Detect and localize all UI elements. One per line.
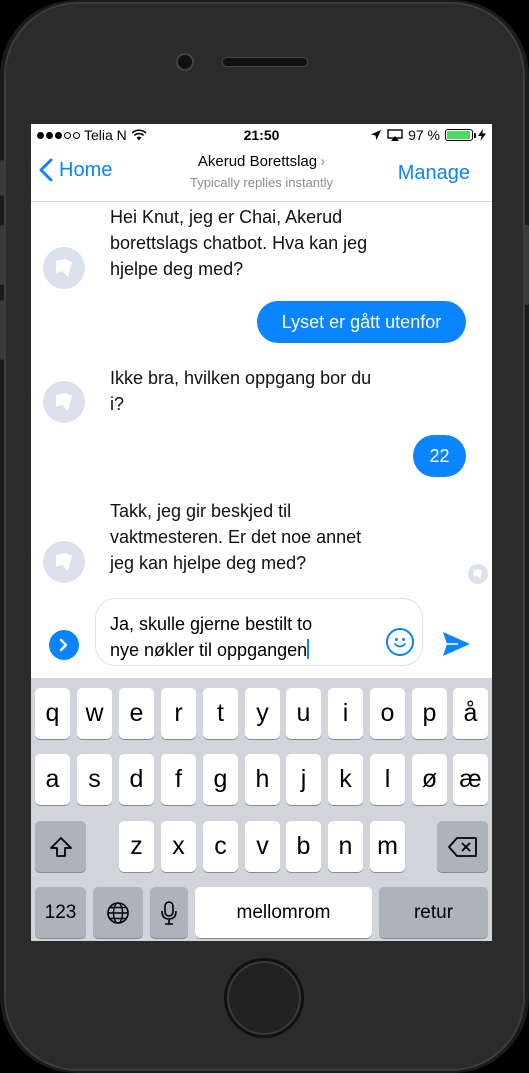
key-o[interactable]: o: [370, 688, 405, 739]
location-icon: [371, 130, 382, 140]
home-button[interactable]: [224, 958, 304, 1038]
bot-message: Takk, jeg gir beskjed til vaktmesteren. …: [110, 498, 410, 576]
message-line: jeg kan hjelpe deg med?: [110, 553, 307, 573]
key-oe[interactable]: ø: [412, 754, 447, 805]
key-k[interactable]: k: [328, 754, 363, 805]
chevron-right-icon: ›: [320, 153, 326, 170]
manage-button[interactable]: Manage: [398, 162, 470, 185]
microphone-key[interactable]: [150, 887, 188, 938]
key-u[interactable]: u: [286, 688, 321, 739]
input-line: nye nøkler til oppgangen: [110, 640, 308, 660]
keyboard: q w e r t y u i o p å a s d f g h j k l …: [31, 678, 492, 941]
key-ae[interactable]: æ: [453, 754, 488, 805]
message-line: Ikke bra, hvilken oppgang bor du: [110, 368, 372, 388]
globe-icon: [107, 901, 129, 924]
key-q[interactable]: q: [35, 688, 70, 739]
key-x[interactable]: x: [161, 821, 196, 872]
key-l[interactable]: l: [370, 754, 405, 805]
expand-button[interactable]: [49, 630, 79, 660]
power-button: [525, 225, 529, 305]
message-input[interactable]: Ja, skulle gjerne bestilt to nye nøkler …: [95, 598, 423, 666]
numbers-key[interactable]: 123: [35, 887, 86, 938]
message-line: borettslags chatbot. Hva kan jeg: [110, 233, 368, 253]
seen-indicator-icon: [468, 564, 488, 584]
key-p[interactable]: p: [412, 688, 447, 739]
screen: Telia N 21:50 97 % Home Akerud Borettsla…: [31, 124, 492, 941]
key-r[interactable]: r: [161, 688, 196, 739]
key-c[interactable]: c: [203, 821, 238, 872]
composer: Ja, skulle gjerne bestilt to nye nøkler …: [31, 598, 492, 678]
earpiece-speaker: [222, 57, 308, 67]
volume-down-button: [0, 300, 4, 360]
battery-percent: 97 %: [408, 127, 440, 143]
user-message: Lyset er gått utenfor: [257, 301, 466, 343]
message-line: hjelpe deg med?: [110, 259, 244, 279]
message-line: i?: [110, 394, 125, 414]
bot-message: Hei Knut, jeg er Chai, Akerud borettslag…: [110, 204, 410, 282]
globe-key[interactable]: [93, 887, 143, 938]
user-message: 22: [413, 435, 466, 477]
key-s[interactable]: s: [77, 754, 112, 805]
message-line: vaktmesteren. Er det noe annet: [110, 527, 362, 547]
key-aa[interactable]: å: [453, 688, 488, 739]
key-z[interactable]: z: [119, 821, 154, 872]
return-key[interactable]: retur: [379, 887, 488, 938]
front-camera: [176, 53, 194, 71]
bot-avatar-icon: [43, 541, 85, 583]
shift-icon: [49, 836, 72, 857]
key-g[interactable]: g: [203, 754, 238, 805]
shift-key[interactable]: [35, 821, 86, 872]
page-title: Akerud Borettslag: [197, 153, 318, 170]
key-m[interactable]: m: [370, 821, 405, 872]
backspace-key[interactable]: [437, 821, 488, 872]
silent-switch: [0, 160, 4, 196]
airplay-icon: [387, 129, 403, 141]
key-b[interactable]: b: [286, 821, 321, 872]
key-i[interactable]: i: [328, 688, 363, 739]
input-line-with-caret: nye nøkler til oppgangen: [110, 637, 408, 663]
key-w[interactable]: w: [77, 688, 112, 739]
input-line: Ja, skulle gjerne bestilt to: [110, 614, 313, 634]
key-t[interactable]: t: [203, 688, 238, 739]
key-e[interactable]: e: [119, 688, 154, 739]
charging-icon: [478, 129, 486, 141]
message-line: Hei Knut, jeg er Chai, Akerud: [110, 207, 343, 227]
key-n[interactable]: n: [328, 821, 363, 872]
battery-fill: [447, 131, 471, 139]
status-right: 97 %: [370, 127, 486, 143]
emoji-icon[interactable]: [386, 628, 414, 656]
microphone-icon: [161, 900, 177, 925]
send-icon[interactable]: [440, 628, 472, 660]
bot-avatar-icon: [43, 247, 85, 289]
status-bar: Telia N 21:50 97 %: [31, 124, 492, 146]
message-list[interactable]: Hei Knut, jeg er Chai, Akerud borettslag…: [31, 203, 492, 598]
key-h[interactable]: h: [245, 754, 280, 805]
space-key[interactable]: mellomrom: [195, 887, 372, 938]
message-line: Takk, jeg gir beskjed til: [110, 501, 292, 521]
text-caret: [307, 639, 310, 659]
volume-up-button: [0, 225, 4, 285]
backspace-icon: [447, 836, 477, 857]
bot-message: Ikke bra, hvilken oppgang bor du i?: [110, 365, 410, 417]
key-v[interactable]: v: [245, 821, 280, 872]
navigation-bar: Home Akerud Borettslag › Typically replie…: [31, 146, 492, 202]
key-a[interactable]: a: [35, 754, 70, 805]
key-f[interactable]: f: [161, 754, 196, 805]
key-y[interactable]: y: [245, 688, 280, 739]
key-j[interactable]: j: [286, 754, 321, 805]
key-d[interactable]: d: [119, 754, 154, 805]
bot-avatar-icon: [43, 381, 85, 423]
battery-icon: [445, 129, 476, 141]
phone-frame: Telia N 21:50 97 % Home Akerud Borettsla…: [0, 0, 529, 1073]
expand-icon: [59, 638, 68, 652]
